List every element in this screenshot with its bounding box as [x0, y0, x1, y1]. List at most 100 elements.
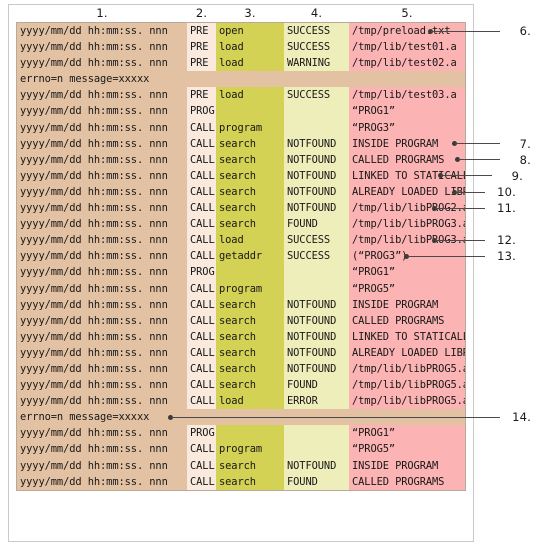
callout-leader-line: [441, 175, 492, 177]
callout-number: 6.: [519, 24, 531, 39]
log-row: yyyy/mm/dd hh:mm:ss. nnn CALL search NOTFOU…: [17, 360, 465, 378]
log-cell-c1: yyyy/mm/dd hh:mm:ss. nnn: [17, 55, 187, 72]
log-cell-c3: program: [216, 441, 284, 458]
log-row: yyyy/mm/dd hh:mm:ss. nnn CALL search FOUND C…: [17, 473, 465, 490]
callout-leader-line: [171, 416, 500, 418]
log-cell-c2: PRE: [187, 55, 216, 72]
log-cell-c3: load: [216, 393, 284, 410]
log-cell-c4: FOUND: [284, 377, 349, 394]
log-cell-c5: “PROG1”: [349, 264, 465, 281]
log-cell-c5: /tmp/lib/libPROG5.a: [349, 393, 465, 410]
log-cell-c1: yyyy/mm/dd hh:mm:ss. nnn: [17, 360, 187, 378]
callout-number: 11.: [497, 201, 516, 216]
log-cell-c3: [216, 264, 284, 281]
callout-9: 9.: [0, 169, 541, 183]
log-cell-c3: load: [216, 55, 284, 72]
callout-10: 10.: [0, 185, 541, 199]
callout-leader-line: [455, 143, 500, 145]
log-cell-c1: yyyy/mm/dd hh:mm:ss. nnn: [17, 473, 187, 490]
log-cell-c4: NOTFOUND: [284, 328, 349, 345]
log-cell-c4: FOUND: [284, 473, 349, 490]
log-cell-c5: /tmp/lib/test03.a: [349, 87, 465, 104]
callout-7: 7.: [0, 137, 541, 151]
log-cell-c5: /tmp/lib/test02.a: [349, 55, 465, 72]
log-cell-c5: CALLED PROGRAMS: [349, 473, 465, 490]
log-row: yyyy/mm/dd hh:mm:ss. nnn CALL search FOUND /…: [17, 377, 465, 394]
callout-8: 8.: [0, 153, 541, 167]
log-cell-c5: INSIDE PROGRAM: [349, 457, 465, 474]
log-row: yyyy/mm/dd hh:mm:ss. nnn CALL load ERROR/tm…: [17, 393, 465, 410]
log-row: yyyy/mm/dd hh:mm:ss. nnn PROG “PROG1”: [17, 103, 465, 120]
log-cell-c1: yyyy/mm/dd hh:mm:ss. nnn: [17, 441, 187, 458]
log-cell-c1: yyyy/mm/dd hh:mm:ss. nnn: [17, 87, 187, 104]
log-cell-c3: search: [216, 296, 284, 313]
log-cell-c4: FOUND: [284, 216, 349, 233]
log-cell-c3: search: [216, 360, 284, 378]
log-row: yyyy/mm/dd hh:mm:ss. nnn PROG “PROG1”: [17, 425, 465, 442]
log-cell-c2: CALL: [187, 473, 216, 490]
log-cell-c4: [284, 441, 349, 458]
callout-leader-line: [435, 239, 485, 241]
log-cell-c4: [284, 119, 349, 136]
log-row: yyyy/mm/dd hh:mm:ss. nnn PROG “PROG1”: [17, 264, 465, 281]
log-cell-c1: yyyy/mm/dd hh:mm:ss. nnn: [17, 119, 187, 136]
callout-leader-line: [435, 207, 485, 209]
log-cell-c5: INSIDE PROGRAM: [349, 296, 465, 313]
log-row: yyyy/mm/dd hh:mm:ss. nnn PRE load WARNING/t…: [17, 55, 465, 72]
log-cell-c1: yyyy/mm/dd hh:mm:ss. nnn: [17, 344, 187, 361]
log-cell-c4: NOTFOUND: [284, 457, 349, 474]
callout-14: 14.: [0, 410, 541, 424]
callout-number: 7.: [519, 136, 531, 151]
log-cell-c2: CALL: [187, 216, 216, 233]
log-cell-c2: PROG: [187, 264, 216, 281]
log-row: yyyy/mm/dd hh:mm:ss. nnn CALL program “PROG…: [17, 280, 465, 297]
figure-root: 1. 2. 3. 4. 5. yyyy/mm/dd hh:mm:ss. nnn PRE op…: [0, 0, 541, 548]
log-cell-c1: yyyy/mm/dd hh:mm:ss. nnn: [17, 457, 187, 474]
log-cell-c2: CALL: [187, 296, 216, 313]
log-cell-c2: CALL: [187, 328, 216, 345]
log-cell-c4: NOTFOUND: [284, 296, 349, 313]
log-cell-c5: “PROG3”: [349, 119, 465, 136]
log-cell-c1: yyyy/mm/dd hh:mm:ss. nnn: [17, 264, 187, 281]
log-cell-c2: PROG: [187, 103, 216, 120]
log-cell-c4: ERROR: [284, 393, 349, 410]
log-row: yyyy/mm/dd hh:mm:ss. nnn CALL program “PROG…: [17, 441, 465, 458]
log-cell-c4: [284, 103, 349, 120]
log-row: yyyy/mm/dd hh:mm:ss. nnn CALL search NOTFOU…: [17, 328, 465, 345]
log-cell-c3: search: [216, 457, 284, 474]
log-cell-c4: [284, 264, 349, 281]
log-cell-c3: search: [216, 216, 284, 233]
log-cell-c2: CALL: [187, 377, 216, 394]
callout-number: 9.: [511, 168, 523, 183]
log-cell-c5: “PROG5”: [349, 280, 465, 297]
callout-6: 6.: [0, 24, 541, 38]
callout-leader-line: [431, 30, 500, 32]
callout-number: 14.: [512, 410, 531, 425]
log-cell-c1: yyyy/mm/dd hh:mm:ss. nnn: [17, 377, 187, 394]
log-cell-c2: PRE: [187, 39, 216, 56]
log-row: yyyy/mm/dd hh:mm:ss. nnn PRE load SUCCESS/t…: [17, 39, 465, 56]
log-row: yyyy/mm/dd hh:mm:ss. nnn CALL search FOUND /…: [17, 216, 465, 233]
log-cell-c2: CALL: [187, 119, 216, 136]
callout-11: 11.: [0, 201, 541, 215]
log-cell-c2: PROG: [187, 425, 216, 442]
callout-leader-line: [458, 159, 500, 161]
log-cell-c3: search: [216, 328, 284, 345]
callout-number: 10.: [497, 185, 516, 200]
log-cell-c2: CALL: [187, 280, 216, 297]
log-cell-c4: SUCCESS: [284, 39, 349, 56]
callout-number: 13.: [497, 249, 516, 264]
log-cell-c3: program: [216, 119, 284, 136]
log-cell-c5: ALREADY LOADED LIBRARY: [349, 344, 465, 361]
log-row: yyyy/mm/dd hh:mm:ss. nnn CALL program “PROG…: [17, 119, 465, 136]
log-cell-c2: CALL: [187, 441, 216, 458]
log-cell-c5: CALLED PROGRAMS: [349, 312, 465, 329]
log-cell-c5: /tmp/lib/libPROG5.a: [349, 377, 465, 394]
callout-leader-line: [407, 255, 485, 257]
log-cell-c1: yyyy/mm/dd hh:mm:ss. nnn: [17, 425, 187, 442]
log-cell-c4: [284, 280, 349, 297]
callout-leader-line: [455, 191, 485, 193]
column-header-5: 5.: [401, 6, 413, 20]
log-cell-c4: NOTFOUND: [284, 344, 349, 361]
log-cell-c1: yyyy/mm/dd hh:mm:ss. nnn: [17, 216, 187, 233]
